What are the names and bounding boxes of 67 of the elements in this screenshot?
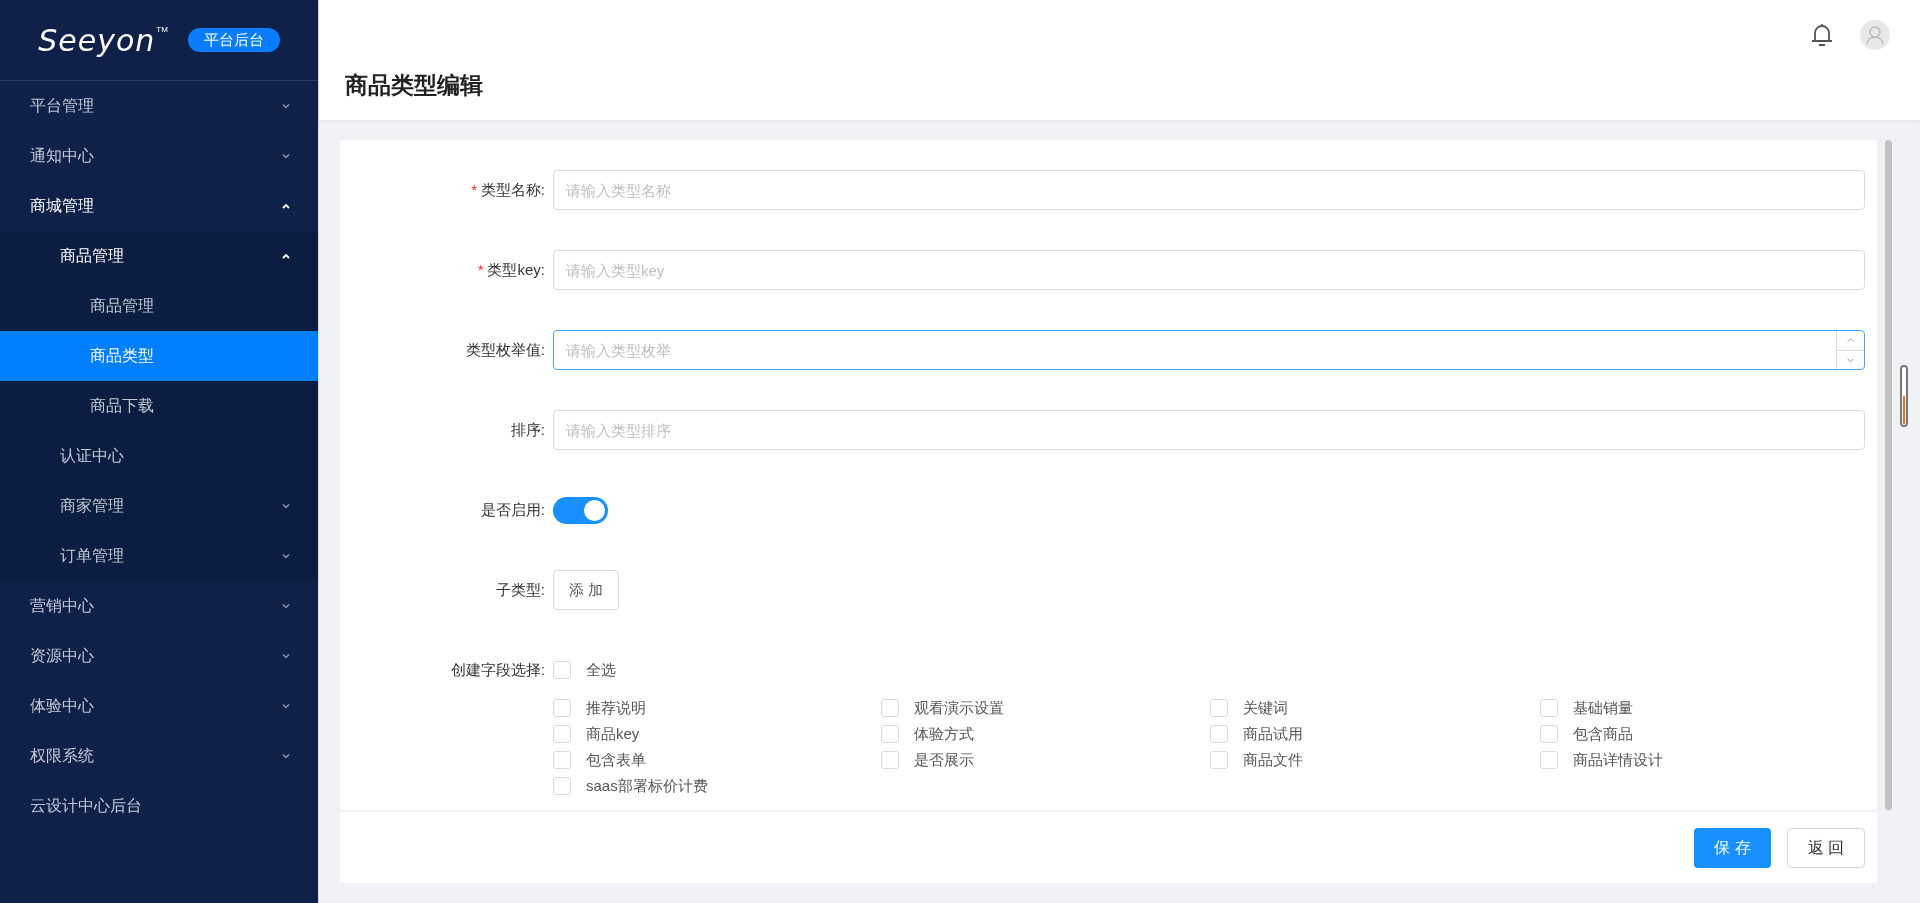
checkbox[interactable] bbox=[1540, 751, 1558, 769]
toggle-switch[interactable] bbox=[553, 496, 608, 524]
menu-item[interactable]: 平台管理 bbox=[0, 81, 318, 131]
field-label: 类型名称: bbox=[480, 179, 545, 200]
checkbox[interactable] bbox=[1540, 699, 1558, 717]
menu-item[interactable]: 营销中心 bbox=[0, 581, 318, 631]
checkbox[interactable] bbox=[1210, 751, 1228, 769]
checkbox-label: 观看演示设置 bbox=[914, 697, 1004, 718]
checkbox-label: 商品key bbox=[586, 723, 640, 744]
checkbox[interactable] bbox=[553, 699, 571, 717]
menu-item[interactable]: 商品类型 bbox=[0, 331, 318, 381]
menu-item[interactable]: 商城管理 bbox=[0, 181, 318, 231]
add-button[interactable]: 添 加 bbox=[553, 570, 620, 610]
menu-item[interactable]: 资源中心 bbox=[0, 631, 318, 681]
avatar-icon[interactable] bbox=[1860, 20, 1890, 50]
checkbox-label: 商品详情设计 bbox=[1573, 749, 1663, 770]
checkbox[interactable] bbox=[553, 725, 571, 743]
checkbox-label: 体验方式 bbox=[914, 723, 974, 744]
menu-item[interactable]: 云设计中心后台 bbox=[0, 781, 318, 831]
platform-badge: 平台后台 bbox=[187, 28, 280, 52]
input-field[interactable]: 请输入类型排序 bbox=[553, 410, 1865, 450]
menu-item[interactable]: 商家管理 bbox=[0, 481, 318, 531]
checkbox[interactable] bbox=[881, 699, 899, 717]
checkbox-label: 基础销量 bbox=[1573, 697, 1633, 718]
input-field[interactable]: 请输入类型名称 bbox=[553, 170, 1865, 210]
checkbox-label: saas部署标价计费 bbox=[586, 775, 708, 796]
field-label: 排序: bbox=[510, 419, 545, 440]
required-mark: * bbox=[471, 180, 477, 200]
checkbox-label: 全选 bbox=[586, 659, 616, 680]
checkbox[interactable] bbox=[881, 725, 899, 743]
input-field[interactable]: 请输入类型key bbox=[553, 250, 1865, 290]
scrollbar[interactable] bbox=[1885, 140, 1892, 810]
logo: Seeyon bbox=[38, 21, 156, 60]
checkbox[interactable] bbox=[1210, 725, 1228, 743]
menu-item[interactable]: 商品管理 bbox=[0, 281, 318, 331]
menu-item[interactable]: 权限系统 bbox=[0, 731, 318, 781]
menu-item[interactable]: 商品下载 bbox=[0, 381, 318, 431]
trademark: TM bbox=[156, 23, 168, 36]
checkbox-label: 包含表单 bbox=[586, 749, 646, 770]
required-mark: * bbox=[478, 260, 484, 280]
menu-item[interactable]: 认证中心 bbox=[0, 431, 318, 481]
scroll-indicator-icon bbox=[1900, 365, 1908, 427]
input-field[interactable]: 请输入类型枚举 bbox=[553, 330, 1865, 370]
checkbox[interactable] bbox=[1210, 699, 1228, 717]
checkbox[interactable] bbox=[553, 751, 571, 769]
menu-item[interactable]: 商品管理 bbox=[0, 231, 318, 281]
field-label: 是否启用: bbox=[480, 499, 545, 520]
checkbox-label: 推荐说明 bbox=[586, 697, 646, 718]
bell-icon[interactable] bbox=[1809, 21, 1835, 49]
checkbox-label: 关键词 bbox=[1243, 697, 1288, 718]
field-label: 类型枚举值: bbox=[465, 339, 545, 360]
back-button[interactable]: 返 回 bbox=[1786, 827, 1865, 868]
checkbox-label: 商品试用 bbox=[1243, 723, 1303, 744]
checkbox[interactable] bbox=[553, 777, 571, 795]
checkbox-label: 是否展示 bbox=[914, 749, 974, 770]
menu-item[interactable]: 订单管理 bbox=[0, 531, 318, 581]
checkbox-label: 包含商品 bbox=[1573, 723, 1633, 744]
checkbox[interactable] bbox=[881, 751, 899, 769]
field-label: 子类型: bbox=[495, 579, 545, 600]
page-title: 商品类型编辑 bbox=[345, 71, 484, 100]
field-label: 类型key: bbox=[487, 259, 545, 280]
menu-item[interactable]: 通知中心 bbox=[0, 131, 318, 181]
menu-item[interactable]: 体验中心 bbox=[0, 681, 318, 731]
checkbox[interactable] bbox=[553, 661, 571, 679]
checkbox-label: 商品文件 bbox=[1243, 749, 1303, 770]
field-label: 创建字段选择: bbox=[450, 659, 545, 680]
checkbox[interactable] bbox=[1540, 725, 1558, 743]
